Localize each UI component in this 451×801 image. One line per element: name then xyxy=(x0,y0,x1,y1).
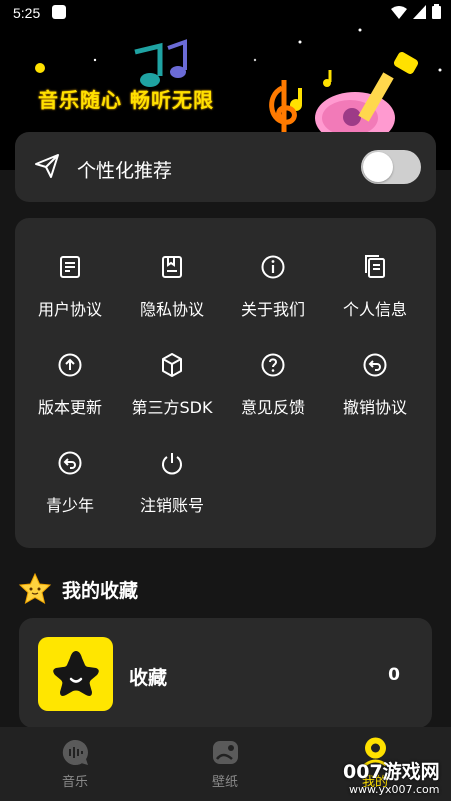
recommend-toggle[interactable] xyxy=(361,150,421,184)
favorites-item[interactable]: 收藏 0 xyxy=(19,618,432,728)
info-icon xyxy=(261,255,285,279)
toggle-knob xyxy=(363,152,393,182)
copy-icon xyxy=(365,255,385,278)
question-icon xyxy=(261,353,285,377)
tab-label: 壁纸 xyxy=(211,775,238,790)
favorites-thumbnail xyxy=(38,637,113,711)
cube-icon xyxy=(162,353,182,377)
menu-privacy-agreement[interactable]: 隐私协议 xyxy=(122,254,222,344)
menu-about-us[interactable]: 关于我们 xyxy=(223,254,323,344)
menu-label: 青少年 xyxy=(45,496,94,515)
menu-label: 注销账号 xyxy=(139,496,204,515)
favorites-name: 收藏 xyxy=(129,667,168,689)
menu-label: 个人信息 xyxy=(342,300,407,319)
recommend-label: 个性化推荐 xyxy=(77,160,173,182)
star-mascot-icon xyxy=(18,573,52,605)
favorites-title: 我的收藏 xyxy=(62,580,139,602)
site-watermark: 007游戏网 www.yx007.com xyxy=(341,757,451,801)
notification-app-icon xyxy=(52,5,66,19)
menu-user-agreement[interactable]: 用户协议 xyxy=(20,254,120,344)
watermark-url: www.yx007.com xyxy=(349,783,440,796)
wifi-icon xyxy=(391,5,407,19)
menu-personal-info[interactable]: 个人信息 xyxy=(325,254,425,344)
menu-label: 撤销协议 xyxy=(342,398,407,417)
menu-label: 关于我们 xyxy=(240,300,305,319)
menu-youth-mode[interactable]: 青少年 xyxy=(20,450,120,540)
menu-feedback[interactable]: 意见反馈 xyxy=(223,352,323,442)
menu-version-update[interactable]: 版本更新 xyxy=(20,352,120,442)
menu-revoke-agreement[interactable]: 撤销协议 xyxy=(325,352,425,442)
undo-icon xyxy=(363,353,387,377)
status-time: 5:25 xyxy=(13,5,41,21)
favorites-count: 0 xyxy=(388,665,400,685)
signal-icon xyxy=(413,4,426,19)
menu-delete-account[interactable]: 注销账号 xyxy=(122,450,222,540)
music-icon xyxy=(62,739,88,765)
star-face-icon xyxy=(53,651,99,696)
settings-menu: 用户协议 隐私协议 关于我们 个人信息 版本更新 第三方SDK 意见反馈 撤销协… xyxy=(15,218,436,548)
banner-slogan: 音乐随心 畅听无限 xyxy=(38,88,214,112)
menu-label: 第三方SDK xyxy=(131,398,213,417)
tab-label: 音乐 xyxy=(61,775,88,790)
upload-arrow-icon xyxy=(58,353,82,377)
menu-third-party-sdk[interactable]: 第三方SDK xyxy=(122,352,222,442)
privacy-book-icon xyxy=(162,256,182,278)
watermark-brand: 007游戏网 xyxy=(343,761,440,783)
send-icon xyxy=(35,154,59,178)
menu-label: 隐私协议 xyxy=(139,300,204,319)
battery-icon xyxy=(432,4,441,19)
document-icon xyxy=(60,256,80,278)
recommend-row: 个性化推荐 xyxy=(15,132,436,202)
menu-label: 意见反馈 xyxy=(240,398,305,417)
menu-label: 版本更新 xyxy=(37,398,102,417)
undo-icon xyxy=(58,451,82,475)
wallpaper-icon xyxy=(213,741,238,764)
menu-label: 用户协议 xyxy=(37,300,102,319)
power-icon xyxy=(162,453,182,475)
status-bar: 5:25 xyxy=(0,0,451,26)
